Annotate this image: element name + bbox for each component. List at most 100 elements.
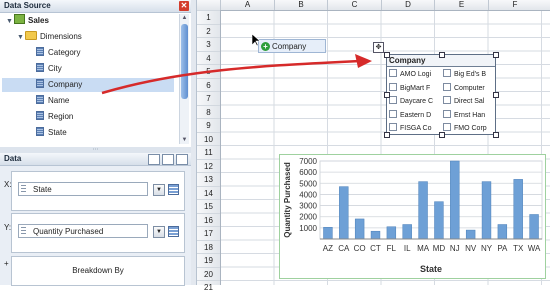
- row-header[interactable]: 2: [197, 23, 220, 38]
- y-grid-icon[interactable]: [168, 226, 179, 237]
- x-tick-label: IL: [404, 244, 411, 253]
- checkbox[interactable]: [443, 109, 451, 118]
- row-header[interactable]: 19: [197, 253, 220, 267]
- row-header[interactable]: 9: [197, 118, 220, 132]
- resize-handle[interactable]: [493, 92, 499, 98]
- scroll-down-icon[interactable]: ▼: [180, 137, 189, 143]
- x-field-select[interactable]: State: [18, 182, 148, 196]
- list-item-label: FMO Corp: [454, 125, 487, 132]
- row-header[interactable]: 10: [197, 131, 220, 146]
- tree-item-dimensions[interactable]: ▼ Dimensions: [2, 30, 174, 44]
- breakdown-drop-zone[interactable]: Breakdown By: [11, 256, 185, 286]
- checkbox[interactable]: [389, 109, 397, 118]
- row-header[interactable]: 15: [197, 199, 220, 213]
- data-source-tree[interactable]: ▼ Sales ▼ Dimensions Category City Company Name…: [0, 13, 191, 147]
- scrollbar-thumb[interactable]: [181, 24, 188, 99]
- table-icon[interactable]: [162, 154, 174, 166]
- checkbox[interactable]: [443, 96, 451, 104]
- checkbox[interactable]: [389, 96, 397, 104]
- resize-handle[interactable]: [384, 92, 390, 98]
- tree-item-label: Region: [48, 112, 74, 121]
- row-header[interactable]: 1: [197, 10, 220, 24]
- company-list-widget[interactable]: Company AMO Logi BigMart F Daycare C Easter…: [384, 52, 499, 138]
- column-header[interactable]: D: [380, 0, 435, 10]
- tree-item-sales[interactable]: ▼ Sales: [2, 14, 174, 28]
- y-dropdown-icon[interactable]: ▼: [153, 226, 165, 238]
- y-field-select[interactable]: Quantity Purchased: [18, 224, 148, 238]
- row-headers: 1 2 3 4 5 6 7 8 9 10 11 12 13 14 15 16 17 18 19 20 21: [197, 10, 221, 292]
- row-header[interactable]: 5: [197, 64, 220, 78]
- row-header[interactable]: 18: [197, 239, 220, 254]
- list-item[interactable]: Big Ed's B: [443, 68, 494, 81]
- column-header[interactable]: B: [273, 0, 328, 10]
- drag-chip[interactable]: + Company: [258, 39, 326, 53]
- move-handle-icon[interactable]: ✥: [373, 42, 384, 53]
- drag-grip-icon[interactable]: [21, 185, 26, 194]
- row-header[interactable]: 20: [197, 266, 220, 281]
- data-panel: Data X: State ▼ Y: Quantity Purchased ▼ …: [0, 153, 191, 286]
- column-header[interactable]: A: [220, 0, 274, 10]
- drag-grip-icon[interactable]: [21, 227, 26, 236]
- list-item[interactable]: AMO Logi: [389, 68, 441, 81]
- list-item[interactable]: Ernst Han: [443, 109, 494, 122]
- list-item[interactable]: Direct Sal: [443, 95, 494, 108]
- tree-item-label: Company: [48, 80, 83, 89]
- chart-widget[interactable]: 1000 2000 3000 4000 5000 6000 7000 AZ CA CO CT FL IL…: [279, 154, 546, 279]
- row-header[interactable]: 21: [197, 280, 220, 294]
- row-header[interactable]: 11: [197, 145, 220, 159]
- resize-handle[interactable]: [439, 52, 445, 58]
- x-dropdown-icon[interactable]: ▼: [153, 184, 165, 196]
- resize-handle[interactable]: [493, 52, 499, 58]
- close-icon[interactable]: ✕: [179, 1, 189, 11]
- row-header[interactable]: 17: [197, 226, 220, 240]
- field-icon: [36, 111, 44, 120]
- field-icon: [36, 79, 44, 88]
- tree-item-city[interactable]: City: [2, 62, 174, 76]
- scroll-up-icon[interactable]: ▲: [180, 15, 189, 21]
- x-grid-icon[interactable]: [168, 184, 179, 195]
- expand-triangle-icon[interactable]: ▼: [17, 31, 25, 45]
- row-header[interactable]: 13: [197, 172, 220, 186]
- plus-label: +: [4, 259, 9, 268]
- tree-item-region[interactable]: Region: [2, 110, 174, 124]
- list-item[interactable]: Computer: [443, 82, 494, 95]
- tree-scrollbar[interactable]: ▲ ▼: [179, 14, 189, 144]
- list-item[interactable]: Daycare C: [389, 95, 441, 108]
- x-drop-zone[interactable]: State ▼: [11, 171, 185, 211]
- resize-handle[interactable]: [384, 132, 390, 138]
- checkbox[interactable]: [389, 123, 397, 131]
- row-header[interactable]: 12: [197, 158, 220, 173]
- checkbox[interactable]: [389, 82, 397, 91]
- tree-item-name[interactable]: Name: [2, 94, 174, 108]
- checkbox[interactable]: [443, 82, 451, 91]
- y-axis-title: Quantity Purchased: [283, 162, 292, 238]
- row-header[interactable]: 14: [197, 185, 220, 200]
- row-header[interactable]: 3: [197, 37, 220, 51]
- list-item[interactable]: Eastern D: [389, 109, 441, 122]
- row-header[interactable]: 16: [197, 212, 220, 227]
- list-item[interactable]: FMO Corp: [443, 122, 494, 135]
- y-drop-zone[interactable]: Quantity Purchased ▼: [11, 213, 185, 253]
- resize-handle[interactable]: [493, 132, 499, 138]
- sort-icon[interactable]: [148, 154, 160, 166]
- resize-handle[interactable]: [439, 132, 445, 138]
- list-item-label: Direct Sal: [454, 98, 485, 105]
- tree-item-state[interactable]: State: [2, 126, 174, 140]
- list-item[interactable]: FISGA Co: [389, 122, 441, 135]
- resize-handle[interactable]: [384, 52, 390, 58]
- row-header[interactable]: 4: [197, 50, 220, 65]
- list-item[interactable]: BigMart F: [389, 82, 441, 95]
- row-header[interactable]: 7: [197, 91, 220, 105]
- column-header[interactable]: C: [327, 0, 381, 10]
- row-header[interactable]: 8: [197, 104, 220, 119]
- tree-item-category[interactable]: Category: [2, 46, 174, 60]
- column-header[interactable]: F: [487, 0, 542, 10]
- tree-item-company[interactable]: Company: [2, 78, 174, 92]
- row-header[interactable]: 6: [197, 77, 220, 92]
- checkbox[interactable]: [443, 69, 451, 77]
- column-header[interactable]: E: [434, 0, 488, 10]
- refresh-icon[interactable]: [176, 154, 188, 166]
- checkbox[interactable]: [389, 69, 397, 77]
- checkbox[interactable]: [443, 123, 451, 131]
- expand-triangle-icon[interactable]: ▼: [6, 15, 14, 29]
